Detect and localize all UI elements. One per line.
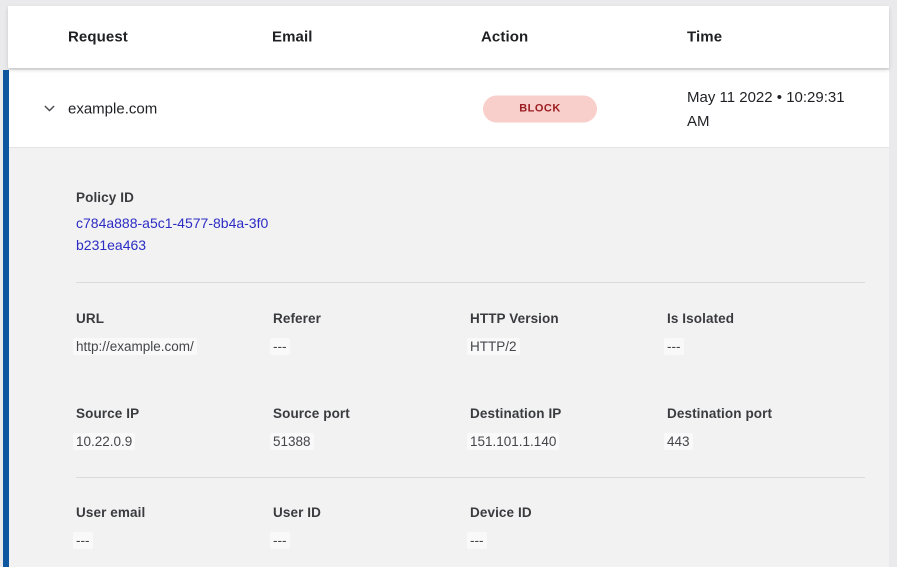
row-request-value: example.com xyxy=(68,100,157,117)
column-header-request: Request xyxy=(68,29,128,46)
policy-id-link[interactable]: c784a888-a5c1-4577-8b4a-3f0b231ea463 xyxy=(76,212,276,256)
field-destination-port: Destination port 443 xyxy=(667,406,772,449)
field-value: --- xyxy=(467,532,487,549)
policy-id-label: Policy ID xyxy=(76,190,134,205)
field-value: --- xyxy=(270,338,290,355)
field-label: Destination port xyxy=(667,406,772,421)
field-value: --- xyxy=(73,532,93,549)
chevron-down-icon[interactable] xyxy=(41,101,57,117)
field-label: Device ID xyxy=(470,505,532,520)
field-value: 51388 xyxy=(270,433,314,450)
field-is-isolated: Is Isolated --- xyxy=(667,311,734,354)
column-header-email: Email xyxy=(272,29,313,46)
field-value: http://example.com/ xyxy=(73,338,197,355)
table-header: Request Email Action Time xyxy=(8,6,889,68)
field-value: --- xyxy=(664,338,684,355)
section-divider xyxy=(76,477,865,478)
field-label: Is Isolated xyxy=(667,311,734,326)
field-url: URL http://example.com/ xyxy=(76,311,194,354)
field-label: User ID xyxy=(273,505,321,520)
field-label: Source port xyxy=(273,406,350,421)
field-label: Source IP xyxy=(76,406,139,421)
field-value: HTTP/2 xyxy=(467,338,520,355)
field-label: User email xyxy=(76,505,145,520)
field-value: 10.22.0.9 xyxy=(73,433,135,450)
log-table-row[interactable]: example.com BLOCK May 11 2022 • 10:29:31… xyxy=(9,70,889,148)
log-viewer: Request Email Action Time example.com BL… xyxy=(0,0,897,567)
field-value: 443 xyxy=(664,433,693,450)
row-time-value: May 11 2022 • 10:29:31 AM xyxy=(687,86,861,134)
field-value: --- xyxy=(270,532,290,549)
field-user-id: User ID --- xyxy=(273,505,321,548)
section-divider xyxy=(76,282,865,283)
field-device-id: Device ID --- xyxy=(470,505,532,548)
expanded-row-accent-bar xyxy=(3,70,9,567)
field-label: Referer xyxy=(273,311,321,326)
field-label: Destination IP xyxy=(470,406,561,421)
field-label: URL xyxy=(76,311,194,326)
field-referer: Referer --- xyxy=(273,311,321,354)
field-destination-ip: Destination IP 151.101.1.140 xyxy=(470,406,561,449)
action-block-badge: BLOCK xyxy=(483,95,597,122)
column-header-action: Action xyxy=(481,29,528,46)
field-label: HTTP Version xyxy=(470,311,559,326)
field-source-ip: Source IP 10.22.0.9 xyxy=(76,406,139,449)
field-source-port: Source port 51388 xyxy=(273,406,350,449)
field-http-version: HTTP Version HTTP/2 xyxy=(470,311,559,354)
column-header-time: Time xyxy=(687,29,722,46)
field-user-email: User email --- xyxy=(76,505,145,548)
row-details-panel: Policy ID c784a888-a5c1-4577-8b4a-3f0b23… xyxy=(9,148,889,567)
field-value: 151.101.1.140 xyxy=(467,433,559,450)
